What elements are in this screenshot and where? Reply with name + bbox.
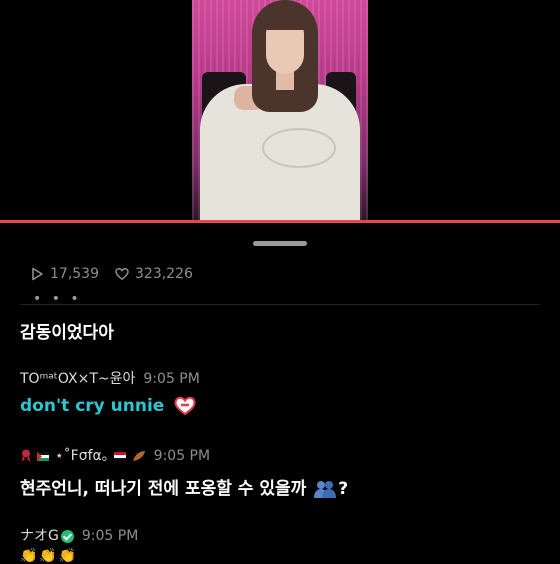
view-count: 17,539 [50, 266, 99, 282]
video-player[interactable] [192, 0, 368, 222]
timestamp: 9:05 PM [153, 448, 211, 464]
username[interactable]: ナオG [20, 528, 59, 544]
divider [20, 304, 540, 305]
clapping-emoji-icon: 👏👏👏 [20, 548, 79, 564]
ribbon-emoji-icon [21, 449, 31, 462]
username[interactable]: TOᵐᵃᵗOX×T~윤아 [20, 371, 135, 387]
timestamp: 9:05 PM [81, 528, 139, 544]
comment-header: ⋆˚Fσfα｡ 9:05 PM [20, 445, 210, 465]
palestine-flag-icon [37, 451, 50, 461]
drag-handle[interactable] [253, 241, 307, 246]
egypt-flag-icon [114, 451, 127, 461]
comment-text: 현주언니, 떠나기 전에 포옹할 수 있을까 [20, 479, 307, 499]
video-sweater-print [262, 128, 336, 168]
timestamp: 9:05 PM [143, 371, 200, 387]
like-count: 323,226 [135, 266, 193, 282]
comment-message: 현주언니, 떠나기 전에 포옹할 수 있을까 ? [20, 474, 348, 499]
username[interactable]: ⋆˚Fσfα｡ [55, 448, 109, 464]
comment-message: don't cry unnie [20, 396, 196, 416]
more-options-icon[interactable]: • • • [33, 292, 82, 306]
video-person-bangs [262, 8, 310, 30]
comment-text-suffix: ? [338, 479, 349, 499]
leaf-emoji-icon [132, 451, 145, 461]
comment-header: ナオG 9:05 PM [20, 525, 138, 545]
comment-header: TOᵐᵃᵗOX×T~윤아 9:05 PM [20, 368, 200, 388]
stats-row: 17,539 323,226 [30, 265, 193, 283]
play-icon [32, 267, 43, 281]
comment-text: don't cry unnie [20, 396, 165, 416]
video-progress-bar[interactable] [0, 220, 560, 223]
heart-emoji-icon [174, 396, 196, 416]
comment-text: 감동이었다아 [20, 323, 114, 343]
verified-badge-icon [60, 529, 74, 543]
hug-emoji-icon [314, 481, 337, 498]
heart-icon[interactable] [115, 267, 129, 281]
